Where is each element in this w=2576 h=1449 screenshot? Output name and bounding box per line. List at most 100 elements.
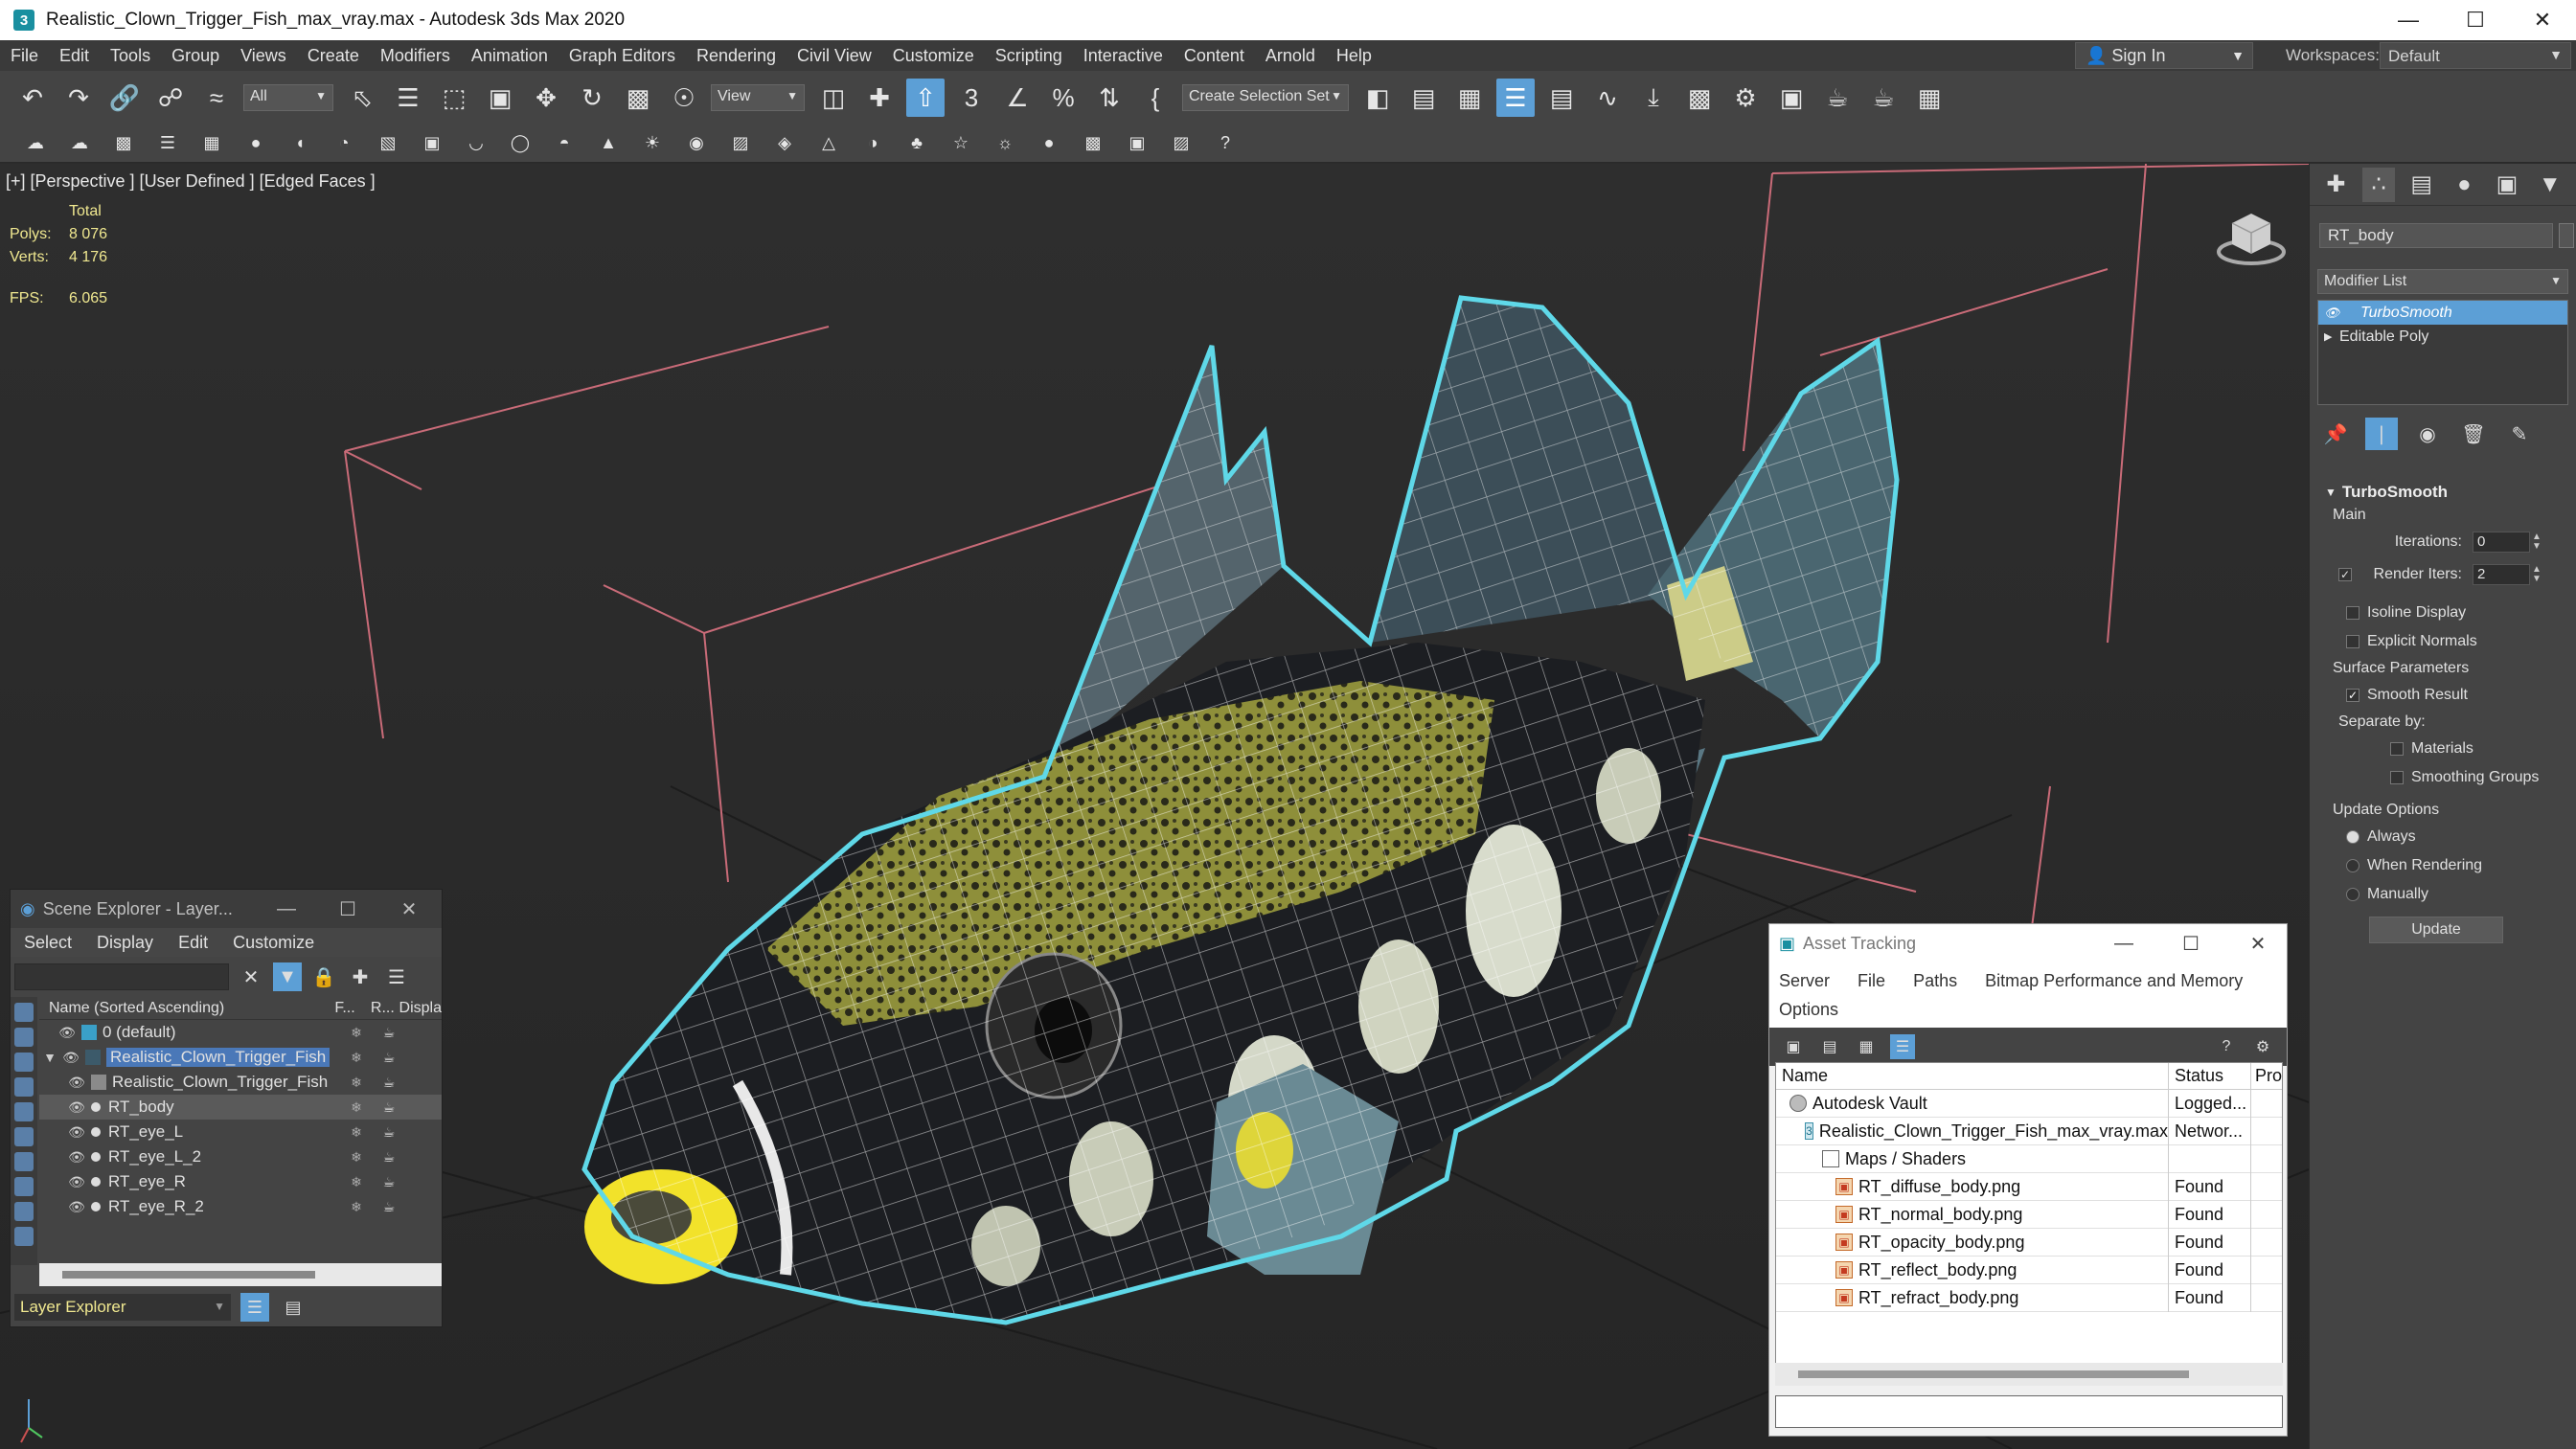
- freeze-icon[interactable]: ❄: [338, 1050, 375, 1066]
- render-teapot-icon[interactable]: ☕: [375, 1174, 403, 1190]
- selection-filter-dropdown[interactable]: All ▼: [243, 84, 333, 111]
- menu-customize[interactable]: Customize: [882, 46, 985, 66]
- render-teapot-icon[interactable]: ☕: [375, 1149, 403, 1166]
- mesh-light-icon[interactable]: ◓: [548, 128, 581, 159]
- undo-icon[interactable]: ↶: [13, 79, 52, 117]
- menu-animation[interactable]: Animation: [461, 46, 559, 66]
- menu-file[interactable]: File: [0, 46, 49, 66]
- menu-arnold[interactable]: Arnold: [1255, 46, 1326, 66]
- close-icon[interactable]: ✕: [2509, 0, 2576, 40]
- tree-view-icon[interactable]: ☰: [1890, 1034, 1915, 1059]
- iterations-value[interactable]: 0: [2473, 532, 2530, 553]
- asset-row[interactable]: ▣ RT_reflect_body.png Found: [1776, 1256, 2282, 1284]
- render-iters-spinner[interactable]: ✓ Render Iters: 2 ▲ ▼: [2310, 558, 2576, 591]
- help-icon[interactable]: ?: [2214, 1034, 2239, 1059]
- se-menu-select[interactable]: Select: [24, 933, 72, 953]
- sphere-icon[interactable]: ◔: [328, 128, 360, 159]
- ambient-light-icon[interactable]: ◉: [680, 128, 713, 159]
- edit-named-selection-icon[interactable]: {: [1136, 79, 1174, 117]
- make-unique-icon[interactable]: ◉: [2411, 418, 2444, 450]
- ies-light-icon[interactable]: ▲: [592, 128, 625, 159]
- manually-radio[interactable]: Manually: [2310, 880, 2576, 909]
- eye-icon[interactable]: 👁: [66, 1099, 87, 1116]
- grid-icon[interactable]: ▦: [195, 128, 228, 159]
- object-name-field[interactable]: RT_body: [2319, 223, 2553, 248]
- explorer-type-dropdown[interactable]: Layer Explorer ▼: [14, 1294, 231, 1321]
- named-selection-dropdown[interactable]: Create Selection Set ▼: [1182, 84, 1349, 111]
- vr-icon[interactable]: ◖: [284, 128, 316, 159]
- eye-icon[interactable]: 👁: [66, 1124, 87, 1141]
- menu-scripting[interactable]: Scripting: [985, 46, 1073, 66]
- display-shapes-icon[interactable]: [14, 1028, 34, 1047]
- radio-button[interactable]: [2346, 859, 2359, 872]
- rotate-icon[interactable]: ↻: [573, 79, 611, 117]
- column-display[interactable]: Displa: [399, 1000, 442, 1017]
- light-plane-icon[interactable]: ▣: [416, 128, 448, 159]
- rendered-frame-window-icon[interactable]: ▣: [1772, 79, 1811, 117]
- pin-stack-icon[interactable]: 📌: [2319, 418, 2352, 450]
- eye-icon[interactable]: 👁: [60, 1050, 81, 1066]
- asset-row[interactable]: ▣ RT_refract_body.png Found: [1776, 1283, 2282, 1312]
- display-helpers-icon[interactable]: [14, 1102, 34, 1121]
- freeze-icon[interactable]: ❄: [338, 1124, 375, 1141]
- minimize-icon[interactable]: —: [2375, 0, 2442, 40]
- lock-icon[interactable]: 🔒: [309, 962, 338, 991]
- se-menu-customize[interactable]: Customize: [233, 933, 314, 953]
- maximize-icon[interactable]: ☐: [2162, 924, 2220, 962]
- render-teapot-icon[interactable]: ☕: [375, 1050, 403, 1066]
- show-end-result-icon[interactable]: ∣: [2365, 418, 2398, 450]
- viewport-label[interactable]: [+] [Perspective ] [User Defined ] [Edge…: [6, 171, 376, 192]
- select-manipulate-icon[interactable]: ✚: [860, 79, 899, 117]
- menu-group[interactable]: Group: [161, 46, 230, 66]
- spinner-arrows-icon[interactable]: ▲ ▼: [2532, 565, 2542, 584]
- tree-row[interactable]: 👁 0 (default) ❄ ☕: [39, 1020, 442, 1045]
- modifier-list-dropdown[interactable]: Modifier List ▼: [2317, 269, 2568, 294]
- remove-modifier-icon[interactable]: 🗑: [2457, 418, 2490, 450]
- render-iterative-icon[interactable]: ☕: [1864, 79, 1903, 117]
- always-radio[interactable]: Always: [2310, 823, 2576, 851]
- display-all-icon[interactable]: [14, 1227, 34, 1246]
- list-view-icon[interactable]: ▤: [1817, 1034, 1842, 1059]
- vray-fur-icon[interactable]: ▨: [724, 128, 757, 159]
- display-lights-icon[interactable]: [14, 1053, 34, 1072]
- material-editor-icon[interactable]: ▩: [1680, 79, 1719, 117]
- se-menu-edit[interactable]: Edit: [178, 933, 208, 953]
- maximize-icon[interactable]: ☐: [2442, 0, 2509, 40]
- column-frozen[interactable]: F...: [334, 1000, 371, 1017]
- close-icon[interactable]: ✕: [2229, 924, 2287, 962]
- asset-row[interactable]: Maps / Shaders: [1776, 1144, 2282, 1173]
- cloud-icon[interactable]: ☁: [19, 128, 52, 159]
- stack-item-editable-poly[interactable]: ▶ Editable Poly: [2318, 325, 2567, 349]
- se-menu-display[interactable]: Display: [97, 933, 153, 953]
- angle-snap-icon[interactable]: ∠: [998, 79, 1037, 117]
- render-iters-checkbox[interactable]: ✓: [2338, 568, 2352, 581]
- clear-icon[interactable]: ✕: [237, 962, 265, 991]
- menu-tools[interactable]: Tools: [100, 46, 161, 66]
- display-bones-icon[interactable]: [14, 1202, 34, 1221]
- radio-button[interactable]: [2346, 888, 2359, 901]
- render-region-icon[interactable]: ▧: [372, 128, 404, 159]
- sun-icon[interactable]: ☀: [636, 128, 669, 159]
- placement-icon[interactable]: ☉: [665, 79, 703, 117]
- scene-explorer-titlebar[interactable]: ◉ Scene Explorer - Layer... — ☐ ✕: [11, 890, 442, 928]
- eye-icon[interactable]: 👁: [66, 1174, 87, 1190]
- maximize-icon[interactable]: ☐: [319, 890, 376, 928]
- freeze-icon[interactable]: ❄: [338, 1174, 375, 1190]
- scene-explorer-scrollbar[interactable]: [39, 1263, 442, 1286]
- tree-row[interactable]: ▼ 👁 Realistic_Clown_Trigger_Fish ❄ ☕: [39, 1045, 442, 1070]
- menu-interactive[interactable]: Interactive: [1073, 46, 1174, 66]
- render-production-icon[interactable]: ☕: [1818, 79, 1857, 117]
- move-icon[interactable]: ✥: [527, 79, 565, 117]
- render-teapot-icon[interactable]: ☕: [375, 1099, 403, 1116]
- freeze-icon[interactable]: ❄: [338, 1025, 375, 1041]
- align-icon[interactable]: ▤: [1404, 79, 1443, 117]
- update-button[interactable]: Update: [2369, 917, 2503, 943]
- minimize-icon[interactable]: —: [2095, 924, 2153, 962]
- settings-icon[interactable]: ⚙: [2250, 1034, 2275, 1059]
- checkbox-box[interactable]: ✓: [2346, 689, 2359, 702]
- eye-icon[interactable]: 👁: [66, 1075, 87, 1091]
- menu-civil-view[interactable]: Civil View: [786, 46, 882, 66]
- display-xrefs-icon[interactable]: [14, 1177, 34, 1196]
- at-menu-options[interactable]: Options: [1779, 1000, 1838, 1019]
- materials-checkbox[interactable]: Materials: [2310, 735, 2576, 763]
